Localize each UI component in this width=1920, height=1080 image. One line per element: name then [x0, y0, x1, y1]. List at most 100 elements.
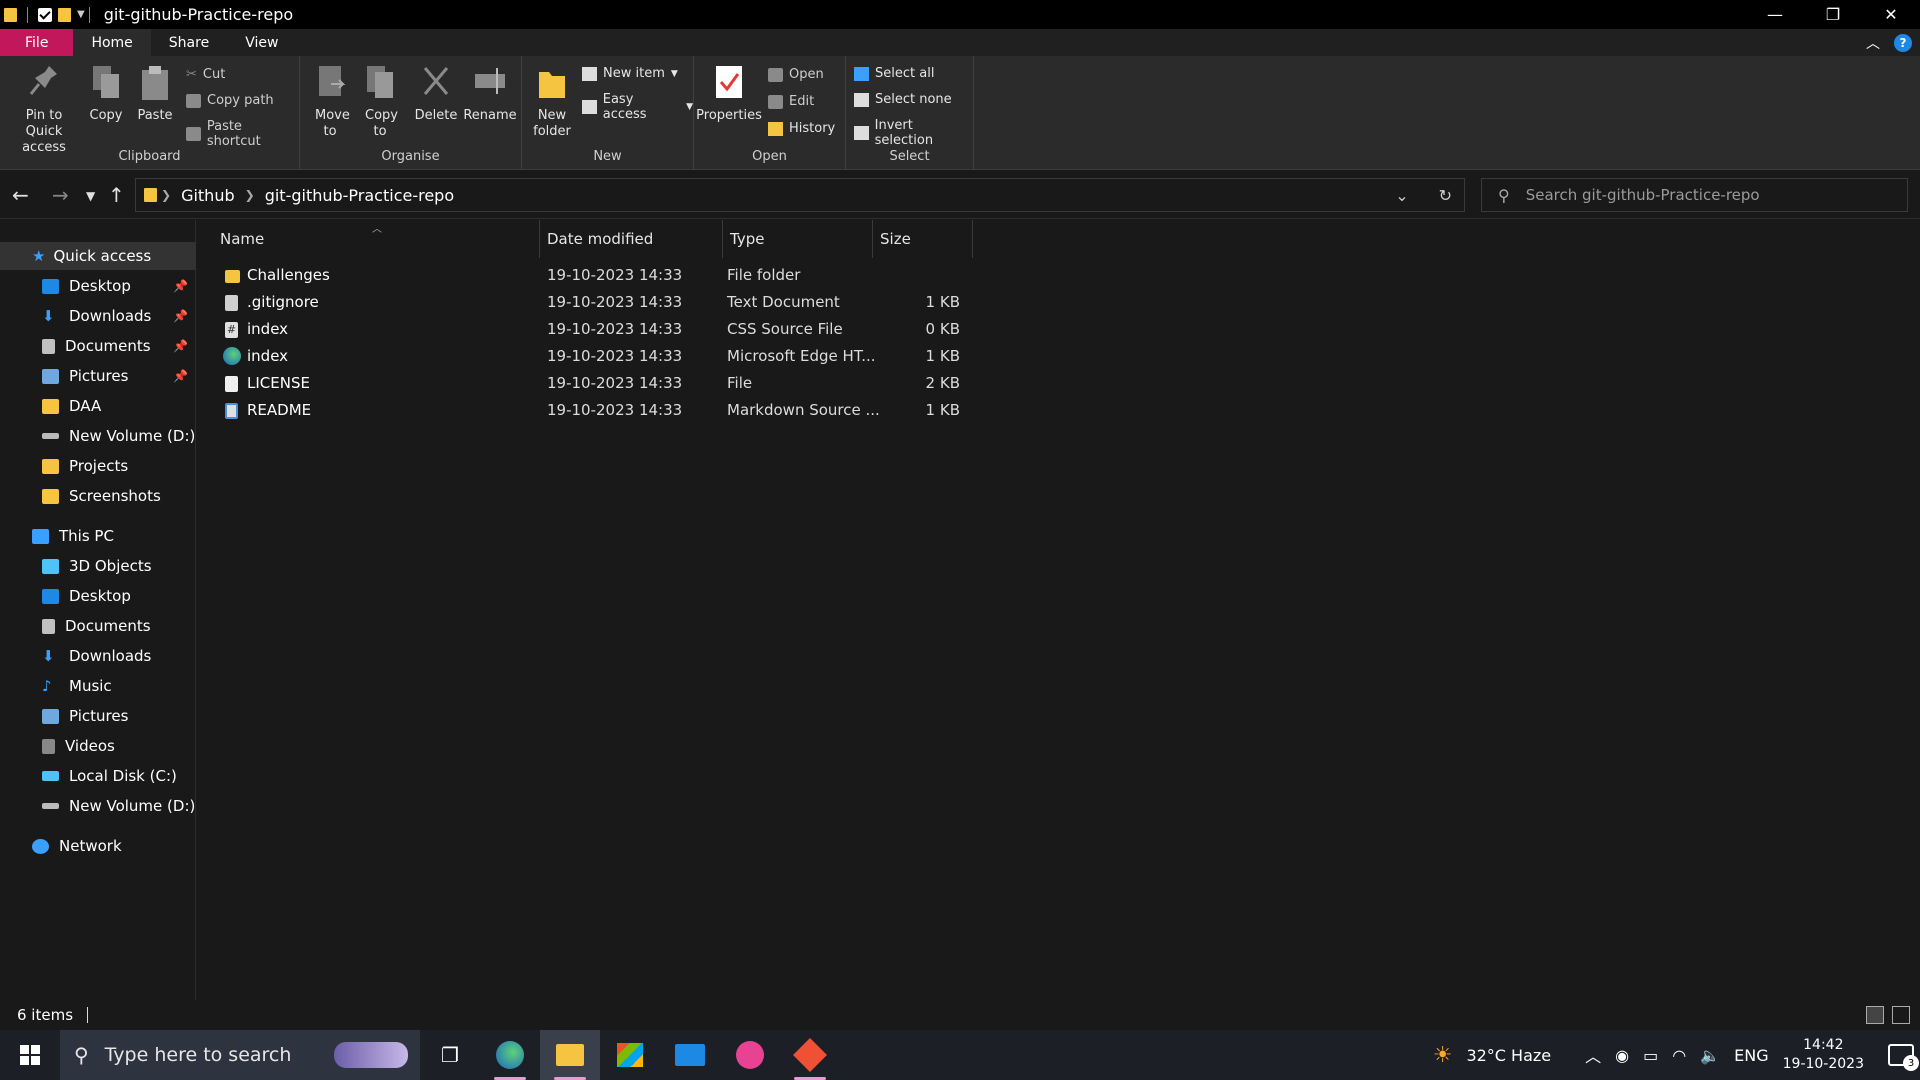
large-icons-view-icon[interactable]	[1892, 1006, 1910, 1024]
open-button[interactable]: Open	[768, 67, 824, 82]
sidebar-item-new-volume-pc[interactable]: New Volume (D:)	[0, 792, 196, 820]
customize-dropdown-icon[interactable]: ▼	[77, 9, 85, 20]
cut-button[interactable]: ✂ Cut	[186, 67, 225, 82]
history-button[interactable]: History	[768, 121, 835, 136]
sidebar-item-projects[interactable]: Projects	[0, 452, 196, 480]
clock[interactable]: 14:42 19-10-2023	[1783, 1036, 1864, 1074]
sidebar-item-documents-pc[interactable]: Documents	[0, 612, 196, 640]
volume-icon[interactable]: 🔈	[1700, 1046, 1720, 1065]
sidebar-item-documents[interactable]: Documents 📌	[0, 332, 196, 360]
table-row[interactable]: README 19-10-2023 14:33 Markdown Source …	[197, 397, 997, 424]
address-dropdown-icon[interactable]: ⌄	[1395, 186, 1408, 205]
battery-icon[interactable]: ▭	[1643, 1046, 1658, 1065]
sidebar-label: Documents	[65, 617, 151, 635]
select-all-button[interactable]: Select all	[854, 66, 934, 81]
weather-icon[interactable]: ☀	[1433, 1043, 1453, 1068]
sidebar-item-videos[interactable]: Videos	[0, 732, 196, 760]
sidebar-item-music[interactable]: ♪ Music	[0, 672, 196, 700]
weather-text[interactable]: 32°C Haze	[1466, 1046, 1551, 1065]
folder-icon	[4, 7, 17, 22]
tab-share[interactable]: Share	[151, 29, 227, 56]
copy-to-button[interactable]: Copy to	[360, 62, 400, 140]
properties-button[interactable]: Properties	[696, 62, 762, 124]
copy-button[interactable]: Copy	[86, 62, 126, 124]
invert-selection-button[interactable]: Invert selection	[854, 118, 973, 148]
new-folder-icon[interactable]	[58, 7, 71, 22]
sidebar-label: New Volume (D:)	[69, 797, 196, 815]
notification-center-icon[interactable]: 3	[1888, 1044, 1919, 1071]
taskbar-git[interactable]	[780, 1030, 840, 1080]
paste-button[interactable]: Paste	[134, 62, 176, 124]
new-folder-button[interactable]: New folder	[530, 62, 574, 140]
sidebar-quick-access[interactable]: ★ Quick access	[0, 242, 196, 270]
sidebar-item-new-volume[interactable]: New Volume (D:)	[0, 422, 196, 450]
details-view-icon[interactable]	[1866, 1006, 1884, 1024]
pin-quick-access-button[interactable]: Pin to Quick access	[6, 62, 82, 156]
breadcrumb-github[interactable]: Github	[181, 186, 235, 205]
sidebar-this-pc[interactable]: This PC	[0, 522, 196, 550]
edit-button[interactable]: Edit	[768, 94, 814, 109]
tab-view[interactable]: View	[227, 29, 296, 56]
language-indicator[interactable]: ENG	[1734, 1046, 1768, 1065]
sidebar-item-3d-objects[interactable]: 3D Objects	[0, 552, 196, 580]
sidebar-item-screenshots[interactable]: Screenshots	[0, 482, 196, 510]
sidebar-item-pictures[interactable]: Pictures 📌	[0, 362, 196, 390]
easy-access-button[interactable]: Easy access ▼	[582, 92, 693, 122]
minimize-button[interactable]: —	[1746, 0, 1804, 29]
recent-locations-icon[interactable]: ▼	[86, 189, 95, 203]
taskbar-wps[interactable]	[720, 1030, 780, 1080]
task-view-button[interactable]: ❐	[420, 1030, 480, 1080]
taskbar-mail[interactable]	[660, 1030, 720, 1080]
chevron-right-icon[interactable]: ❯	[161, 188, 171, 202]
sidebar-item-downloads-pc[interactable]: ⬇ Downloads	[0, 642, 196, 670]
sidebar-item-desktop-pc[interactable]: Desktop	[0, 582, 196, 610]
rename-button[interactable]: Rename	[463, 62, 517, 124]
tab-home[interactable]: Home	[73, 29, 151, 56]
sidebar-item-local-disk[interactable]: Local Disk (C:)	[0, 762, 196, 790]
column-size[interactable]: Size	[873, 220, 973, 258]
restore-button[interactable]: ❐	[1804, 0, 1862, 29]
wifi-icon[interactable]: ◠	[1672, 1046, 1686, 1065]
properties-check-icon[interactable]	[38, 7, 52, 22]
copy-path-label: Copy path	[207, 93, 274, 108]
address-bar[interactable]: ❯ Github ❯ git-github-Practice-repo ⌄ ↻	[135, 178, 1465, 212]
paste-shortcut-button[interactable]: Paste shortcut	[186, 119, 299, 149]
start-button[interactable]	[0, 1030, 60, 1080]
column-name[interactable]: Name	[197, 220, 540, 258]
search-highlight-icon	[334, 1042, 408, 1068]
sidebar-network[interactable]: Network	[0, 832, 196, 860]
help-icon[interactable]: ?	[1894, 33, 1912, 52]
up-arrow-icon[interactable]: ↑	[108, 183, 125, 207]
select-none-button[interactable]: Select none	[854, 92, 952, 107]
taskbar-search[interactable]: ⚲ Type here to search	[60, 1030, 420, 1080]
webcam-icon[interactable]: ◉	[1615, 1046, 1629, 1065]
delete-button[interactable]: Delete	[414, 62, 458, 124]
table-row[interactable]: # index 19-10-2023 14:33 CSS Source File…	[197, 316, 997, 343]
show-hidden-icons-icon[interactable]: ︿	[1585, 1043, 1601, 1067]
taskbar-file-explorer[interactable]	[540, 1030, 600, 1080]
table-row[interactable]: LICENSE 19-10-2023 14:33 File 2 KB	[197, 370, 997, 397]
table-row[interactable]: .gitignore 19-10-2023 14:33 Text Documen…	[197, 289, 997, 316]
sidebar-item-daa[interactable]: DAA	[0, 392, 196, 420]
column-type[interactable]: Type	[723, 220, 873, 258]
move-to-button[interactable]: Move to	[310, 62, 350, 140]
tab-file[interactable]: File	[0, 29, 74, 56]
breadcrumb-current[interactable]: git-github-Practice-repo	[265, 186, 454, 205]
collapse-ribbon-icon[interactable]: ︿	[1866, 33, 1880, 53]
chevron-right-icon[interactable]: ❯	[245, 188, 255, 202]
sidebar-item-desktop[interactable]: Desktop 📌	[0, 272, 196, 300]
sidebar-item-downloads[interactable]: ⬇ Downloads 📌	[0, 302, 196, 330]
taskbar-store[interactable]	[600, 1030, 660, 1080]
search-input[interactable]: ⚲ Search git-github-Practice-repo	[1481, 178, 1908, 212]
back-arrow-icon[interactable]: ←	[12, 183, 29, 207]
close-button[interactable]: ✕	[1862, 0, 1920, 29]
new-item-button[interactable]: New item ▼	[582, 66, 678, 81]
forward-arrow-icon[interactable]: →	[52, 183, 69, 207]
table-row[interactable]: index 19-10-2023 14:33 Microsoft Edge HT…	[197, 343, 997, 370]
table-row[interactable]: Challenges 19-10-2023 14:33 File folder	[197, 262, 997, 289]
sidebar-item-pictures-pc[interactable]: Pictures	[0, 702, 196, 730]
column-date-modified[interactable]: Date modified	[540, 220, 723, 258]
taskbar-edge[interactable]	[480, 1030, 540, 1080]
copy-path-button[interactable]: Copy path	[186, 93, 274, 108]
refresh-icon[interactable]: ↻	[1439, 186, 1452, 205]
